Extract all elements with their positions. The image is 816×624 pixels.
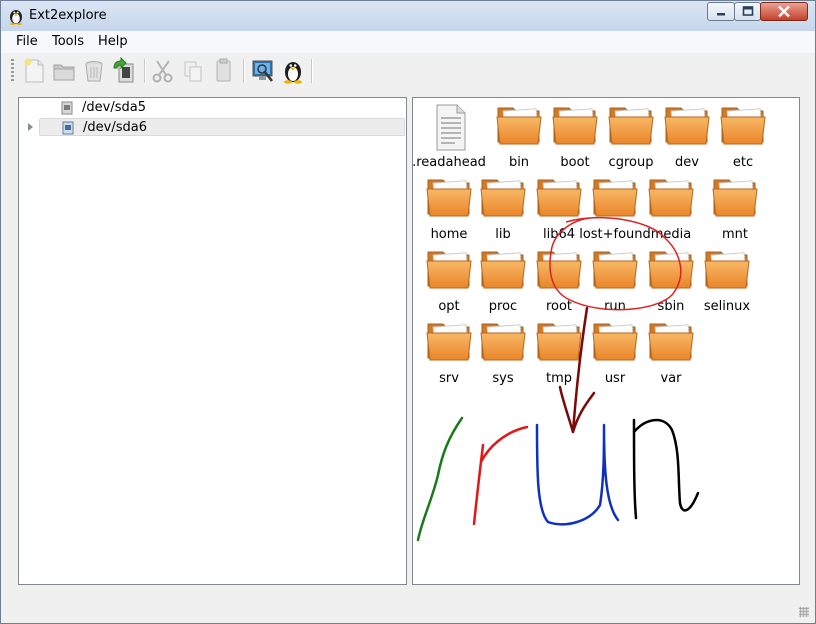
folder-icon: [648, 179, 694, 217]
item-label: etc: [732, 155, 754, 170]
folder-icon: [536, 323, 582, 361]
tux-icon: [284, 62, 302, 84]
folder-item[interactable]: etc: [711, 102, 775, 172]
folder-icon: [536, 251, 582, 289]
paste-button[interactable]: [210, 57, 236, 85]
close-button[interactable]: [760, 2, 808, 21]
folder-icon: [426, 251, 472, 289]
expand-arrow-icon[interactable]: [28, 123, 33, 131]
new-file-button[interactable]: [21, 57, 47, 85]
save-button[interactable]: [111, 56, 137, 85]
tree-item-label: /dev/sda5: [82, 100, 146, 115]
toolbar-separator: [243, 59, 245, 83]
folder-icon: [648, 251, 694, 289]
tree-item-label: /dev/sda6: [83, 120, 147, 135]
file-item[interactable]: .readahead: [412, 102, 486, 172]
delete-button[interactable]: [81, 57, 107, 85]
tree-item-sda5[interactable]: /dev/sda5: [39, 99, 405, 117]
tux-icon: [9, 10, 23, 25]
copy-icon: [184, 61, 202, 82]
folder-icon: [720, 107, 766, 145]
toolbar: [1, 53, 815, 89]
minimize-icon: [717, 13, 725, 16]
folder-icon: [426, 323, 472, 361]
folder-icon: [426, 179, 472, 217]
folder-item[interactable]: media: [639, 174, 703, 244]
folder-icon: [648, 323, 694, 361]
folder-item[interactable]: selinux: [695, 246, 759, 316]
folder-icon: [608, 107, 654, 145]
tree-item-sda6[interactable]: /dev/sda6: [28, 118, 405, 136]
open-folder-button[interactable]: [51, 57, 77, 85]
toolbar-separator: [144, 59, 146, 83]
folder-icon: [592, 323, 638, 361]
about-button[interactable]: [280, 57, 306, 85]
folder-icon: [53, 64, 75, 81]
item-label: mnt: [722, 227, 748, 242]
menu-bar: File Tools Help: [1, 31, 815, 54]
drive-icon: [61, 101, 73, 115]
paste-icon: [216, 58, 231, 82]
folder-icon: [496, 107, 542, 145]
toolbar-grip[interactable]: [11, 59, 14, 83]
drive-icon: [62, 121, 74, 135]
folder-icon: [592, 179, 638, 217]
folder-icon: [592, 251, 638, 289]
folder-icon: [480, 179, 526, 217]
folder-icon: [480, 323, 526, 361]
toolbar-separator: [311, 59, 313, 83]
item-label: .readahead: [412, 155, 486, 170]
app-window: Ext2explore File Tools Help /dev/sda5 /d…: [0, 0, 816, 624]
scissors-icon: [152, 60, 173, 83]
folder-item[interactable]: var: [639, 318, 703, 388]
save-arrow-icon: [113, 56, 134, 83]
status-bar: [1, 591, 815, 623]
copy-button[interactable]: [180, 57, 206, 85]
item-label: selinux: [703, 299, 751, 314]
file-icon: [436, 104, 466, 151]
menu-tools[interactable]: Tools: [52, 34, 84, 49]
folder-item[interactable]: mnt: [703, 174, 767, 244]
close-icon: [778, 5, 790, 18]
folder-icon: [536, 179, 582, 217]
item-label: var: [660, 371, 682, 386]
folder-icon: [704, 251, 750, 289]
new-document-icon: [24, 58, 44, 83]
folder-icon: [664, 107, 710, 145]
properties-button[interactable]: [250, 57, 276, 85]
folder-icon: [552, 107, 598, 145]
menu-file[interactable]: File: [16, 34, 38, 49]
folder-icon: [480, 251, 526, 289]
resize-grip-icon[interactable]: [799, 607, 809, 617]
window-title: Ext2explore: [29, 8, 107, 23]
maximize-button[interactable]: [734, 2, 761, 21]
drive-tree-panel: /dev/sda5 /dev/sda6: [18, 97, 407, 585]
file-view-panel: .readahead bin boot cgroup dev etc home lib lib6…: [412, 97, 800, 585]
minimize-button[interactable]: [707, 2, 735, 21]
maximize-icon: [742, 6, 753, 16]
monitor-icon: [252, 60, 273, 82]
folder-icon: [712, 179, 758, 217]
trash-icon: [85, 61, 103, 82]
menu-help[interactable]: Help: [98, 34, 128, 49]
cut-button[interactable]: [150, 57, 176, 85]
title-bar[interactable]: Ext2explore: [1, 1, 815, 31]
